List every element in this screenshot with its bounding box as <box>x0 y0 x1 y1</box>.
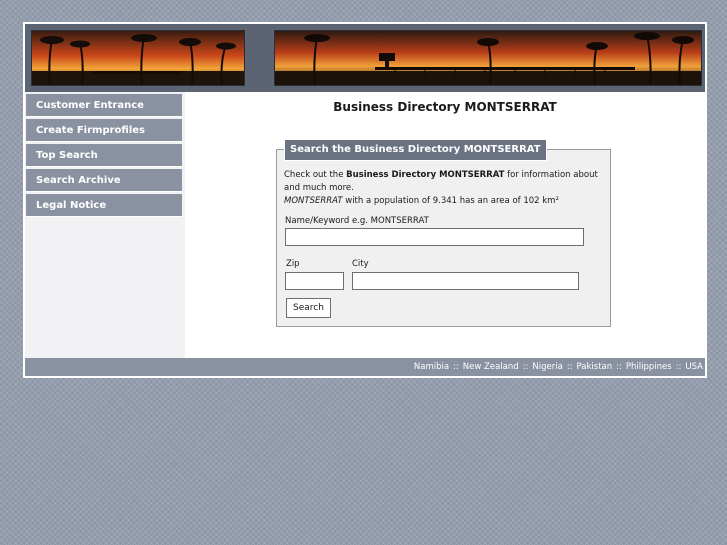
sidebar: Customer Entrance Create Firmprofiles To… <box>25 92 185 358</box>
pop-country: MONTSERRAT <box>284 196 343 206</box>
footer-link-new-zealand[interactable]: New Zealand <box>463 362 519 372</box>
nav-customer-entrance[interactable]: Customer Entrance <box>26 94 182 117</box>
nav-legal-notice[interactable]: Legal Notice <box>26 194 182 217</box>
city-label: City <box>352 259 369 269</box>
footer-separator: :: <box>453 362 459 372</box>
nav-create-firmprofiles[interactable]: Create Firmprofiles <box>26 119 182 142</box>
header-banner <box>25 24 705 92</box>
pop-text: with a population of 9.341 has an area o… <box>342 196 559 206</box>
footer-link-namibia[interactable]: Namibia <box>414 362 449 372</box>
keyword-label: Name/Keyword e.g. MONTSERRAT <box>285 216 429 226</box>
zip-label: Zip <box>286 259 300 269</box>
nav-search-archive[interactable]: Search Archive <box>26 169 182 192</box>
sunset-beach-photo-left <box>31 30 245 86</box>
main-content: Business Directory MONTSERRAT Search the… <box>185 92 705 358</box>
footer-link-usa[interactable]: USA <box>685 362 703 372</box>
directory-description: Check out the Business Directory MONTSER… <box>284 169 604 208</box>
sunset-pier-photo-right <box>274 30 702 86</box>
footer-link-pakistan[interactable]: Pakistan <box>577 362 613 372</box>
footer-link-philippines[interactable]: Philippines <box>626 362 672 372</box>
search-legend: Search the Business Directory MONTSERRAT <box>284 139 547 161</box>
page-title: Business Directory MONTSERRAT <box>333 100 557 114</box>
footer-separator: :: <box>566 362 573 372</box>
city-input[interactable] <box>352 272 579 290</box>
footer-link-nigeria[interactable]: Nigeria <box>532 362 562 372</box>
footer-separator: :: <box>522 362 529 372</box>
page-frame: Customer Entrance Create Firmprofiles To… <box>23 22 707 378</box>
desc-prefix: Check out the <box>284 170 347 180</box>
footer-separator: :: <box>616 362 622 372</box>
footer-separator: :: <box>675 362 682 372</box>
desc-directory-name: Business Directory MONTSERRAT <box>346 170 505 180</box>
nav-top-search[interactable]: Top Search <box>26 144 182 167</box>
footer-country-links: Namibia:: New Zealand:: Nigeria:: Pakistan:… <box>25 358 705 376</box>
keyword-input[interactable] <box>285 228 584 246</box>
search-button[interactable]: Search <box>286 298 331 318</box>
zip-input[interactable] <box>285 272 344 290</box>
